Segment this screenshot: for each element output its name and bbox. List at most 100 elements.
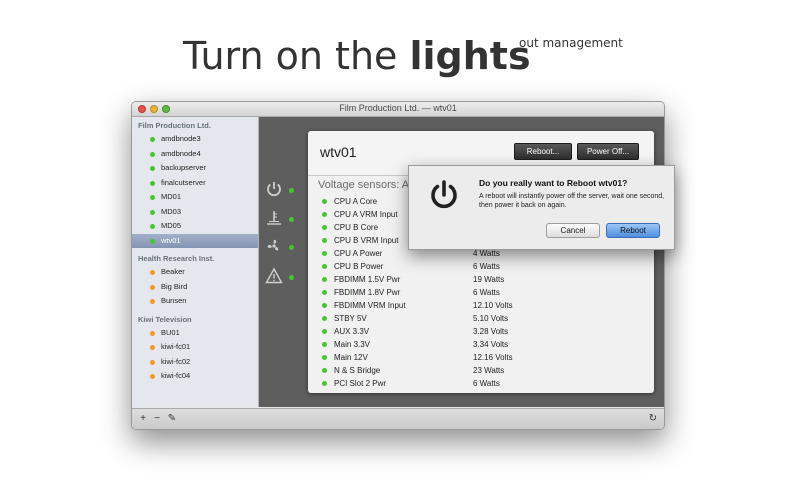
sensor-value: 6 Watts — [473, 262, 500, 271]
sensor-status-dot — [322, 251, 327, 256]
temperature-status-dot — [289, 217, 294, 222]
sensor-value: 12.16 Volts — [473, 353, 513, 362]
sidebar-item-md01[interactable]: MD01 — [132, 190, 258, 205]
sensor-name: FBDIMM 1.8V Pwr — [334, 288, 401, 297]
remove-server-button[interactable]: − — [152, 413, 162, 424]
sidebar-item-amdbnode4[interactable]: amdbnode4 — [132, 147, 258, 162]
sensor-status-dot — [322, 225, 327, 230]
status-dot — [150, 166, 155, 171]
bottom-toolbar: + − ✎ ↻ — [132, 408, 664, 429]
sensor-status-dot — [322, 368, 327, 373]
sensor-value: 3.28 Volts — [473, 327, 509, 336]
temperature-icon[interactable] — [264, 209, 284, 229]
sidebar-item-label: kiwi-fc02 — [161, 356, 191, 366]
sidebar-item-kiwi-fc02[interactable]: kiwi-fc02 — [132, 355, 258, 370]
sensor-value: 6 Watts — [473, 379, 500, 388]
reboot-confirm-dialog: Do you really want to Reboot wtv01? A re… — [408, 165, 675, 250]
sidebar-item-amdbnode3[interactable]: amdbnode3 — [132, 132, 258, 147]
status-dot — [150, 330, 155, 336]
sidebar-item-bu01[interactable]: BU01 — [132, 326, 258, 341]
sensor-row: STBY 5V 5.10 Volts — [308, 312, 654, 325]
warning-icon[interactable] — [264, 267, 284, 287]
sidebar-item-label: Big Bird — [161, 281, 188, 291]
sensor-row: Main 3.3V 3.34 Volts — [308, 338, 654, 351]
sensor-status-dot — [322, 355, 327, 360]
sensor-status-dot — [322, 381, 327, 386]
title-bar: Film Production Ltd. — wtv01 — [132, 102, 664, 117]
fan-icon[interactable] — [264, 237, 284, 257]
sidebar-item-label: MD03 — [161, 206, 182, 216]
status-dot — [150, 195, 155, 200]
sidebar-item-label: Beaker — [161, 267, 185, 276]
fan-status-dot — [289, 245, 294, 250]
sensor-value: 6 Watts — [473, 288, 500, 297]
sidebar-item-bunsen[interactable]: Bunsen — [132, 294, 258, 309]
sidebar-item-kiwi-fc01[interactable]: kiwi-fc01 — [132, 340, 258, 355]
power-off-button[interactable]: Power Off... — [577, 143, 639, 160]
sensor-row: FBDIMM 1.5V Pwr 19 Watts — [308, 273, 654, 286]
power-icon — [427, 178, 461, 212]
sensor-value: 5.10 Volts — [473, 314, 509, 323]
sidebar-item-kiwi-fc04[interactable]: kiwi-fc04 — [132, 369, 258, 384]
sensor-value: 3.34 Volts — [473, 340, 509, 349]
sidebar-item-label: wtv01 — [161, 235, 181, 245]
sensors-heading: Voltage sensors: Al — [318, 179, 412, 191]
sensor-name: N & S Bridge — [334, 366, 381, 375]
sensor-name: STBY 5V — [334, 314, 367, 323]
sidebar-item-wtv01[interactable]: wtv01 — [132, 233, 258, 248]
add-server-button[interactable]: + — [138, 413, 148, 424]
sensor-status-dot — [322, 316, 327, 321]
sidebar-item-md03[interactable]: MD03 — [132, 205, 258, 220]
sensor-name: AUX 3.3V — [334, 327, 370, 336]
sensor-status-dot — [322, 277, 327, 282]
sidebar-item-label: MD01 — [161, 192, 182, 201]
sidebar-group-heading: Film Production Ltd. — [138, 121, 211, 130]
hero-superscript: out management — [519, 36, 623, 50]
confirm-reboot-button[interactable]: Reboot — [606, 223, 660, 238]
sidebar-item-label: BU01 — [161, 327, 180, 337]
sidebar-item-label: amdbnode3 — [161, 134, 201, 143]
sensor-row: PCI Slot 2 Pwr 6 Watts — [308, 377, 654, 390]
sensor-status-dot — [322, 238, 327, 243]
window-title: Film Production Ltd. — wtv01 — [339, 103, 457, 113]
sidebar-item-finalcutserver[interactable]: finalcutserver — [132, 176, 258, 191]
hero-bold-word: lights — [409, 34, 531, 78]
sensor-value: 23 Watts — [473, 366, 505, 375]
sensor-name: CPU A VRM Input — [334, 210, 398, 219]
sensor-row: FBDIMM VRM Input 12.10 Volts — [308, 299, 654, 312]
sensor-row: N & S Bridge 23 Watts — [308, 364, 654, 377]
app-window: Film Production Ltd. — wtv01 Film Produc… — [131, 101, 665, 430]
warning-status-dot — [289, 275, 294, 280]
sidebar-item-big-bird[interactable]: Big Bird — [132, 280, 258, 295]
refresh-icon[interactable]: ↻ — [648, 413, 658, 424]
hero-prefix: Turn on the — [183, 34, 410, 78]
status-dot — [150, 209, 155, 215]
sensor-name: Main 3.3V — [334, 340, 371, 349]
sensor-name: FBDIMM VRM Input — [334, 301, 406, 310]
sidebar-item-beaker[interactable]: Beaker — [132, 265, 258, 280]
sensor-status-dot — [322, 264, 327, 269]
reboot-button[interactable]: Reboot... — [514, 143, 572, 160]
status-dot — [150, 151, 155, 157]
sidebar-group-heading: Health Research Inst. — [138, 254, 215, 263]
sidebar-item-label: kiwi-fc01 — [161, 342, 191, 351]
sidebar-item-md05[interactable]: MD05 — [132, 219, 258, 234]
sidebar-item-label: backupserver — [161, 163, 207, 172]
status-dot — [150, 238, 155, 244]
sensor-row: CPU B Power 6 Watts — [308, 260, 654, 273]
sensor-name: CPU B VRM Input — [334, 236, 399, 245]
server-sidebar: Film Production Ltd. amdbnode3 amdbnode4 ba… — [132, 117, 259, 407]
cancel-button[interactable]: Cancel — [546, 223, 600, 238]
edit-server-button[interactable]: ✎ — [167, 413, 177, 424]
sensor-name: FBDIMM 1.5V Pwr — [334, 275, 401, 284]
detail-area: wtv01 Reboot... Power Off... Voltage sen… — [259, 117, 664, 407]
status-dot — [150, 180, 155, 186]
sensor-name: CPU B Power — [334, 262, 384, 271]
dialog-message: A reboot will instantly power off the se… — [479, 193, 665, 209]
sensor-row: AUX 3.3V 3.28 Volts — [308, 325, 654, 338]
power-icon[interactable] — [264, 180, 284, 200]
status-dot — [150, 284, 155, 290]
sidebar-item-label: finalcutserver — [161, 177, 206, 187]
status-dot — [150, 345, 155, 350]
sidebar-item-backupserver[interactable]: backupserver — [132, 161, 258, 176]
